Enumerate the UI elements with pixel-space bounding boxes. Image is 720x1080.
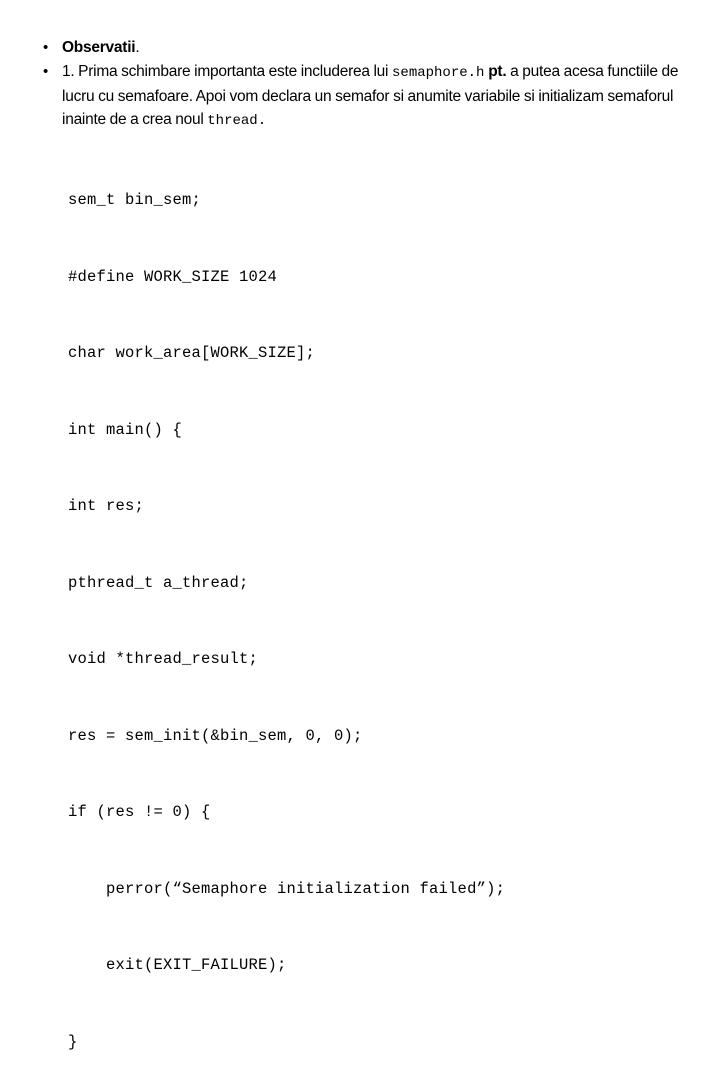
bullet-text-explanation: 1. Prima schimbare importanta este inclu…: [62, 60, 690, 133]
bullet-glyph-icon: •: [43, 39, 49, 56]
code-line: if (res != 0) {: [68, 803, 211, 821]
explanation-part-1: 1. Prima schimbare importanta este inclu…: [62, 63, 393, 80]
slide-content-body: • Observatii. • 1. Prima schimbare impor…: [38, 36, 690, 1080]
code-line: exit(EXIT_FAILURE);: [68, 956, 287, 974]
code-line: int res;: [68, 497, 145, 515]
bullet-item-explanation: • 1. Prima schimbare importanta este inc…: [38, 60, 690, 133]
code-line: perror(“Semaphore initialization failed”…: [68, 879, 506, 898]
code-block: sem_t bin_sem; #define WORK_SIZE 1024 ch…: [68, 137, 690, 1080]
bullet-observatii-period: .: [135, 39, 140, 56]
code-line: char work_area[WORK_SIZE];: [68, 344, 316, 362]
code-line: void *thread_result;: [68, 650, 259, 668]
code-line: pthread_t a_thread;: [68, 573, 249, 592]
code-line: res = sem_init(&bin_sem, 0, 0);: [68, 726, 363, 745]
slide-canvas: • Observatii. • 1. Prima schimbare impor…: [0, 0, 720, 1051]
bullet-item-observatii: • Observatii.: [38, 36, 690, 59]
explanation-thread-keyword: thread.: [207, 113, 267, 129]
code-line: #define WORK_SIZE 1024: [68, 267, 278, 286]
explanation-header-filename: semaphore.h: [392, 65, 485, 81]
code-line: }: [68, 1032, 78, 1051]
bullet-text-observatii: Observatii.: [62, 36, 690, 59]
explanation-pt-abbrev: pt.: [484, 63, 507, 80]
code-line: int main() {: [68, 420, 183, 439]
code-line: sem_t bin_sem;: [68, 191, 202, 209]
bullet-observatii-title: Observatii: [62, 39, 136, 56]
bullet-glyph-icon: •: [43, 63, 49, 80]
